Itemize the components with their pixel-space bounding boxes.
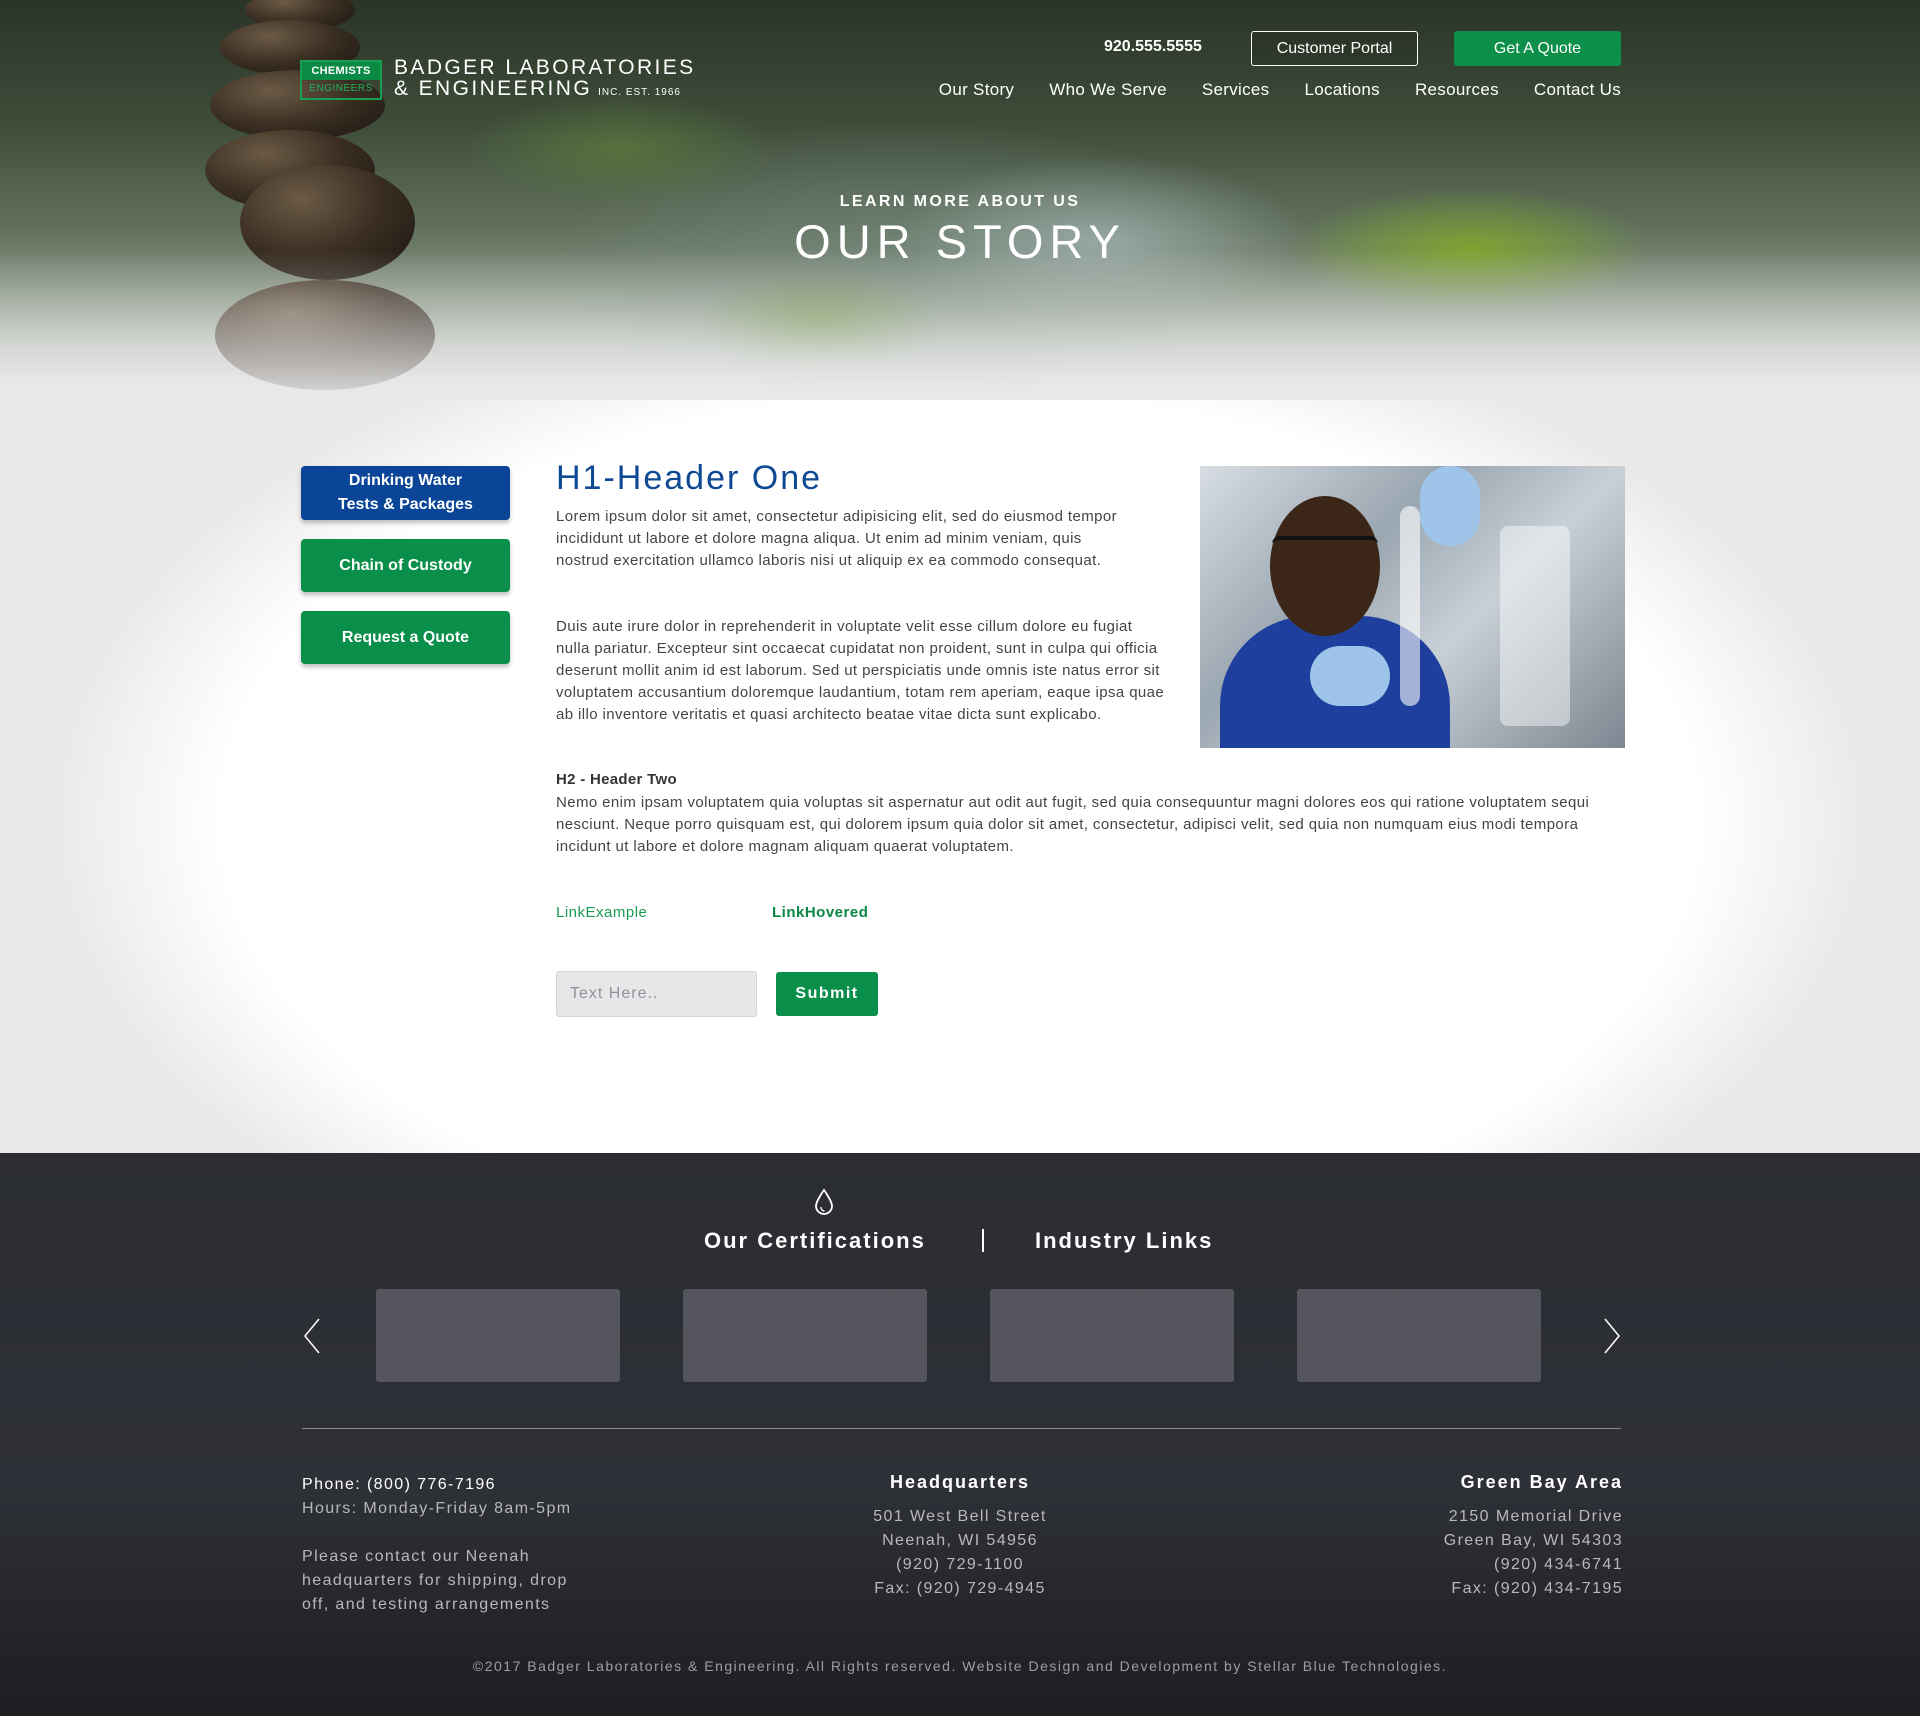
footer-headquarters: Headquarters 501 West Bell Street Neenah… bbox=[760, 1470, 1160, 1601]
header-phone[interactable]: 920.555.5555 bbox=[1104, 38, 1202, 56]
customer-portal-button[interactable]: Customer Portal bbox=[1251, 31, 1418, 66]
footer-hours: Hours: Monday-Friday 8am-5pm bbox=[302, 1500, 572, 1517]
logo-suffix: INC. EST. 1966 bbox=[598, 87, 681, 98]
logo-line-1: BADGER LABORATORIES bbox=[394, 56, 696, 79]
tab-divider bbox=[982, 1229, 984, 1252]
sidebar-button-label: Chain of Custody bbox=[339, 556, 472, 574]
tab-our-certifications[interactable]: Our Certifications bbox=[704, 1228, 926, 1254]
green-bay-title: Green Bay Area bbox=[1460, 1472, 1623, 1492]
headquarters-title: Headquarters bbox=[889, 1472, 1031, 1492]
link-hovered[interactable]: LinkHovered bbox=[772, 904, 868, 921]
footer-note-line: off, and testing arrangements bbox=[302, 1596, 551, 1613]
text-input[interactable] bbox=[556, 971, 757, 1017]
nav-item-our-story[interactable]: Our Story bbox=[939, 80, 1014, 100]
content-paragraph-1: Lorem ipsum dolor sit amet, consectetur … bbox=[556, 508, 1118, 569]
certification-logo-slot[interactable] bbox=[1297, 1289, 1541, 1382]
content-paragraph-2: Duis aute irure dolor in reprehenderit i… bbox=[556, 618, 1165, 723]
submit-button[interactable]: Submit bbox=[776, 972, 878, 1016]
headquarters-phone[interactable]: (920) 729-1100 bbox=[760, 1553, 1160, 1577]
hero-eyebrow: LEARN MORE ABOUT US bbox=[839, 193, 1081, 210]
footer-note-line: Please contact our Neenah bbox=[302, 1548, 531, 1565]
headquarters-address-line: Neenah, WI 54956 bbox=[882, 1532, 1038, 1549]
sidebar-button-label: Drinking Water Tests & Packages bbox=[338, 472, 473, 513]
footer-phone[interactable]: Phone: (800) 776-7196 bbox=[302, 1473, 572, 1497]
footer bbox=[0, 1153, 1920, 1716]
water-drop-icon bbox=[815, 1188, 833, 1215]
logo-badge-bottom: ENGINEERS bbox=[309, 83, 373, 94]
content-paragraph-3: Nemo enim ipsam voluptatem quia voluptas… bbox=[556, 794, 1590, 855]
certification-logo-slot[interactable] bbox=[990, 1289, 1234, 1382]
headquarters-fax: Fax: (920) 729-4945 bbox=[874, 1580, 1046, 1597]
scientist-lab-photo bbox=[1200, 466, 1625, 748]
green-bay-fax: Fax: (920) 434-7195 bbox=[1451, 1580, 1623, 1597]
nav-item-services[interactable]: Services bbox=[1202, 80, 1270, 100]
certification-logo-slot[interactable] bbox=[683, 1289, 927, 1382]
hero-title: OUR STORY bbox=[794, 215, 1126, 268]
nav-item-resources[interactable]: Resources bbox=[1415, 80, 1499, 100]
nav-item-who-we-serve[interactable]: Who We Serve bbox=[1049, 80, 1167, 100]
green-bay-phone[interactable]: (920) 434-6741 bbox=[1223, 1553, 1623, 1577]
logo-line-2: & ENGINEERING bbox=[394, 77, 593, 100]
footer-divider bbox=[302, 1428, 1621, 1429]
footer-contact-info: Phone: (800) 776-7196 Hours: Monday-Frid… bbox=[302, 1473, 572, 1617]
logo-wordmark: BADGER LABORATORIES & ENGINEERING INC. ES… bbox=[394, 57, 696, 103]
get-a-quote-button[interactable]: Get A Quote bbox=[1454, 31, 1621, 66]
chevron-left-icon[interactable] bbox=[301, 1317, 323, 1355]
sidebar-drinking-water-button[interactable]: Drinking Water Tests & Packages bbox=[301, 466, 510, 520]
footer-green-bay: Green Bay Area 2150 Memorial Drive Green… bbox=[1223, 1470, 1623, 1601]
sidebar-request-quote-button[interactable]: Request a Quote bbox=[301, 611, 510, 664]
chevron-right-icon[interactable] bbox=[1601, 1317, 1623, 1355]
tab-industry-links[interactable]: Industry Links bbox=[1035, 1228, 1213, 1254]
sidebar-button-label: Request a Quote bbox=[341, 628, 470, 646]
content-h1: H1-Header One bbox=[556, 459, 823, 497]
nav-item-contact-us[interactable]: Contact Us bbox=[1534, 80, 1621, 100]
footer-note-line: headquarters for shipping, drop bbox=[302, 1572, 568, 1589]
green-bay-address-line: Green Bay, WI 54303 bbox=[1443, 1532, 1623, 1549]
nav-item-locations[interactable]: Locations bbox=[1304, 80, 1379, 100]
green-bay-address-line: 2150 Memorial Drive bbox=[1448, 1508, 1623, 1525]
headquarters-address-line: 501 West Bell Street bbox=[873, 1508, 1047, 1525]
content-h2: H2 - Header Two bbox=[556, 771, 677, 788]
sidebar-chain-of-custody-button[interactable]: Chain of Custody bbox=[301, 539, 510, 592]
logo-badge-top: CHEMISTS bbox=[302, 62, 380, 80]
company-logo[interactable]: CHEMISTS ENGINEERS BADGER LABORATORIES &… bbox=[300, 57, 696, 103]
main-nav: Our Story Who We Serve Services Location… bbox=[904, 80, 1621, 100]
link-example[interactable]: LinkExample bbox=[556, 904, 647, 921]
certification-logo-slot[interactable] bbox=[376, 1289, 620, 1382]
logo-badge: CHEMISTS ENGINEERS bbox=[300, 60, 382, 100]
copyright-text: ©2017 Badger Laboratories & Engineering.… bbox=[472, 1658, 1448, 1674]
